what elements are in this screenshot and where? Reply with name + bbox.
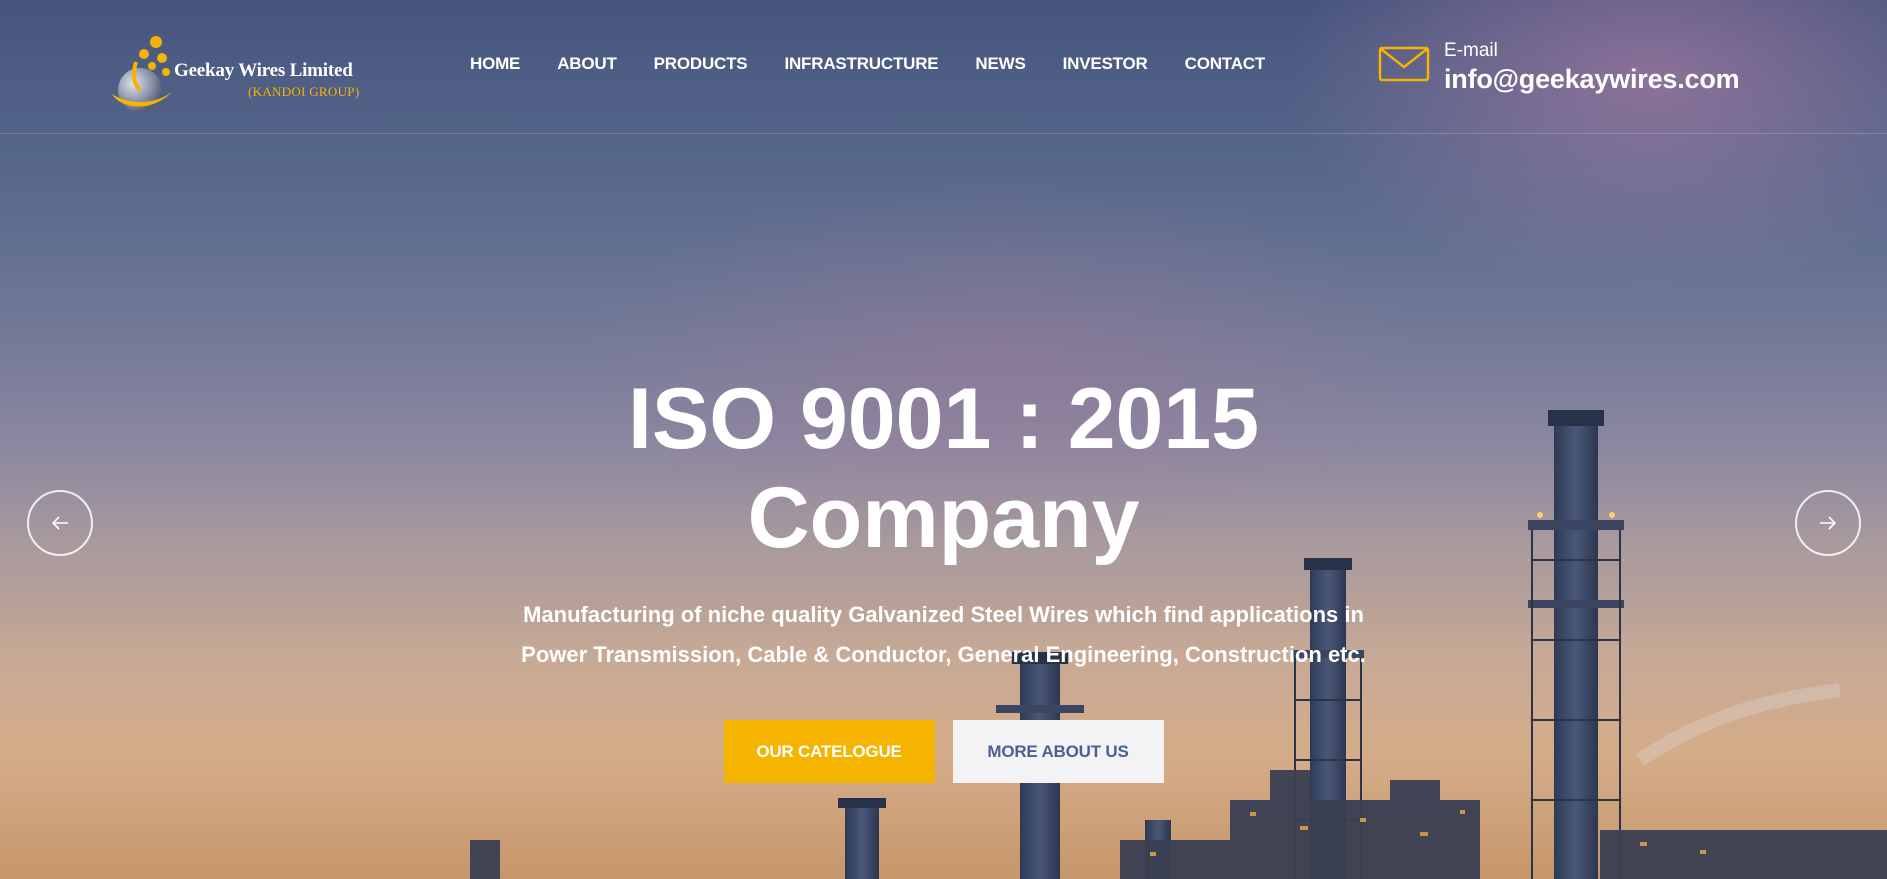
more-about-us-button[interactable]: MORE ABOUT US — [952, 720, 1164, 783]
hero-headline: ISO 9001 : 2015 Company — [0, 370, 1887, 568]
nav-item-infrastructure[interactable]: INFRASTRUCTURE — [784, 54, 938, 74]
site-logo[interactable]: Geekay Wires Limited (KANDOI GROUP) — [106, 32, 376, 118]
nav-item-news[interactable]: NEWS — [975, 54, 1025, 74]
geekay-logo-icon — [112, 36, 172, 112]
email-link[interactable]: info@geekaywires.com — [1444, 64, 1740, 95]
nav-item-about[interactable]: ABOUT — [557, 54, 617, 74]
email-label: E-mail — [1444, 40, 1498, 61]
hero-subtitle-line-1: Manufacturing of niche quality Galvanize… — [523, 602, 1364, 627]
hero-subtitle-line-2: Power Transmission, Cable & Conductor, G… — [521, 642, 1366, 667]
hero-headline-line-1: ISO 9001 : 2015 — [627, 371, 1260, 467]
brand-group: (KANDOI GROUP) — [248, 84, 360, 99]
hero-buttons: OUR CATELOGUE MORE ABOUT US — [0, 720, 1887, 783]
main-navigation: HOME ABOUT PRODUCTS INFRASTRUCTURE NEWS … — [470, 54, 1302, 74]
hero-slider: Geekay Wires Limited (KANDOI GROUP) HOME… — [0, 0, 1887, 879]
nav-item-contact[interactable]: CONTACT — [1185, 54, 1266, 74]
brand-name: Geekay Wires Limited — [174, 60, 353, 81]
hero-subtitle: Manufacturing of niche quality Galvanize… — [514, 595, 1374, 675]
catalogue-button[interactable]: OUR CATELOGUE — [723, 720, 935, 783]
hero-content: ISO 9001 : 2015 Company Manufacturing of… — [0, 370, 1887, 783]
hero-headline-line-2: Company — [747, 470, 1140, 566]
nav-item-home[interactable]: HOME — [470, 54, 520, 74]
nav-item-investor[interactable]: INVESTOR — [1063, 54, 1148, 74]
nav-item-products[interactable]: PRODUCTS — [654, 54, 748, 74]
header-contact: E-mail info@geekaywires.com — [1378, 38, 1758, 98]
site-header: Geekay Wires Limited (KANDOI GROUP) HOME… — [0, 0, 1887, 134]
envelope-icon — [1378, 46, 1430, 82]
